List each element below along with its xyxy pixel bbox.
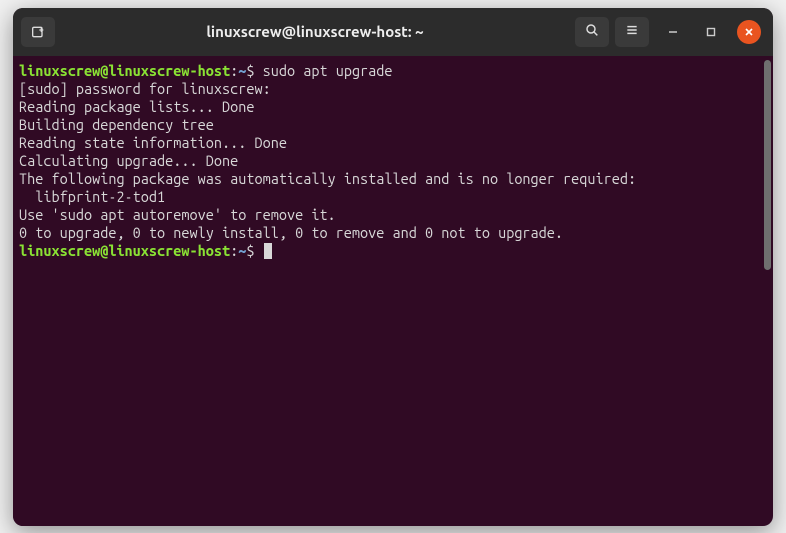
output-line: Calculating upgrade... Done bbox=[19, 152, 238, 169]
prompt-user-host: linuxscrew@linuxscrew-host bbox=[19, 242, 230, 259]
new-tab-button[interactable] bbox=[21, 17, 55, 47]
window-controls bbox=[661, 20, 761, 44]
output-line: Use 'sudo apt autoremove' to remove it. bbox=[19, 206, 336, 223]
titlebar: linuxscrew@linuxscrew-host: ~ bbox=[13, 8, 773, 56]
terminal-area: linuxscrew@linuxscrew-host:~$ sudo apt u… bbox=[13, 56, 773, 526]
prompt-symbol: $ bbox=[246, 242, 254, 259]
maximize-icon bbox=[706, 23, 716, 41]
close-button[interactable] bbox=[737, 20, 761, 44]
output-line: [sudo] password for linuxscrew: bbox=[19, 80, 271, 97]
search-button[interactable] bbox=[575, 17, 609, 47]
output-line: 0 to upgrade, 0 to newly install, 0 to r… bbox=[19, 224, 563, 241]
output-line: Building dependency tree bbox=[19, 116, 214, 133]
terminal-window: linuxscrew@linuxscrew-host: ~ bbox=[13, 8, 773, 526]
search-icon bbox=[584, 22, 600, 42]
output-line: The following package was automatically … bbox=[19, 170, 636, 187]
minimize-icon bbox=[668, 23, 678, 41]
minimize-button[interactable] bbox=[661, 20, 685, 44]
hamburger-icon bbox=[624, 22, 640, 42]
menu-button[interactable] bbox=[615, 17, 649, 47]
command-text: sudo apt upgrade bbox=[263, 62, 393, 79]
prompt-user-host: linuxscrew@linuxscrew-host bbox=[19, 62, 230, 79]
cursor bbox=[264, 243, 272, 259]
close-icon bbox=[744, 23, 754, 41]
output-line: Reading package lists... Done bbox=[19, 98, 254, 115]
window-title: linuxscrew@linuxscrew-host: ~ bbox=[61, 23, 569, 40]
scrollbar[interactable] bbox=[763, 56, 773, 526]
prompt-symbol: $ bbox=[246, 62, 254, 79]
output-line: Reading state information... Done bbox=[19, 134, 287, 151]
terminal-output[interactable]: linuxscrew@linuxscrew-host:~$ sudo apt u… bbox=[13, 56, 763, 526]
scrollbar-thumb[interactable] bbox=[764, 60, 771, 270]
maximize-button[interactable] bbox=[699, 20, 723, 44]
output-line: libfprint-2-tod1 bbox=[19, 188, 165, 205]
